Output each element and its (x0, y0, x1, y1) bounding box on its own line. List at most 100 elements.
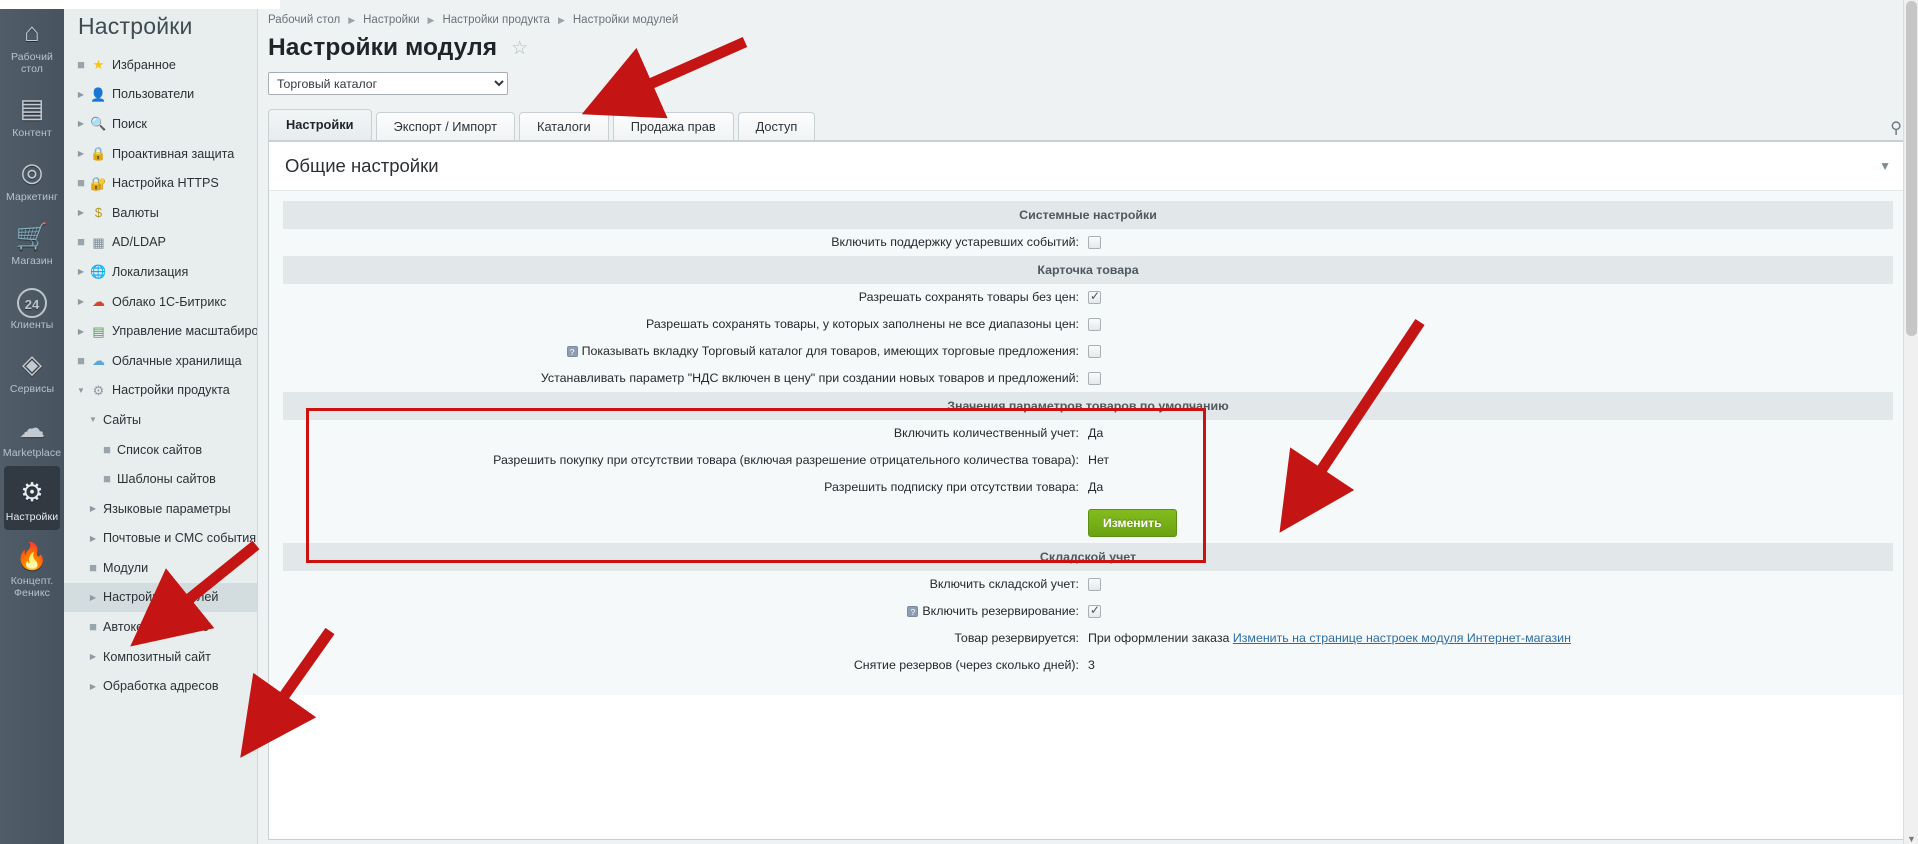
tab-4[interactable]: Доступ (737, 112, 816, 140)
setting-checkbox[interactable] (1088, 345, 1101, 359)
sidebar-item-7[interactable]: ▶ 🌐 Локализация (64, 257, 257, 287)
rail-item-settings[interactable]: ⚙ Настройки (4, 466, 60, 530)
setting-checkbox[interactable] (1088, 372, 1101, 386)
chevron-right-icon[interactable]: ▶ (86, 652, 100, 661)
breadcrumb-separator-icon: ▶ (348, 15, 356, 25)
sidebar-item-2[interactable]: ▶ 🔍 Поиск (64, 109, 257, 139)
rail-item-desktop[interactable]: ⌂ Рабочий стол (0, 6, 64, 82)
setting-label-text: Включить количественный учет: (893, 426, 1079, 440)
setting-value: Да (1088, 426, 1893, 441)
sidebar-item-13[interactable]: ■ Список сайтов (64, 435, 257, 465)
breadcrumb-item-3[interactable]: Настройки модулей (573, 14, 678, 26)
tab-1[interactable]: Экспорт / Импорт (375, 112, 516, 140)
rail-item-phoenix[interactable]: 🔥 Концепт. Феникс (0, 530, 64, 606)
tab-0[interactable]: Настройки (268, 109, 372, 140)
sidebar-item-9[interactable]: ▶ ▤ Управление масштабирова (64, 316, 257, 346)
setting-value: 3 (1088, 658, 1893, 673)
breadcrumb: Рабочий стол ▶ Настройки ▶ Настройки продукт… (258, 0, 1918, 26)
sidebar-item-10[interactable]: ■ ☁ Облачные хранилища (64, 346, 257, 376)
chevron-right-icon[interactable]: ▶ (74, 149, 88, 158)
sidebar-item-20[interactable]: ▶ Композитный сайт (64, 642, 257, 672)
sidebar-item-6[interactable]: ■ ▦ AD/LDAP (64, 228, 257, 258)
chevron-down-icon[interactable]: ▼ (1879, 159, 1891, 173)
setting-checkbox[interactable] (1088, 318, 1101, 332)
help-icon[interactable]: ? (566, 346, 578, 358)
chevron-right-icon[interactable]: ▶ (74, 327, 88, 336)
rail-item-content[interactable]: ▤ Контент (0, 82, 64, 146)
sidebar-item-label: Валюты (112, 205, 159, 220)
setting-row: Товар резервируется: При оформлении заказ… (283, 625, 1893, 652)
bullet-icon: ■ (77, 352, 85, 368)
rail-item-services[interactable]: ◈ Сервисы (0, 338, 64, 402)
setting-checkbox[interactable] (1088, 289, 1101, 305)
rail-item-clients[interactable]: 24 Клиенты (0, 274, 64, 338)
chevron-down-icon[interactable]: ▼ (74, 386, 88, 395)
sidebar-item-18[interactable]: ▶ Настройки модулей (64, 582, 257, 613)
scroll-down-arrow[interactable]: ▼ (1907, 834, 1916, 844)
setting-link[interactable]: Изменить на странице настроек модуля Инт… (1233, 631, 1571, 645)
sidebar-item-5[interactable]: ▶ $ Валюты (64, 198, 257, 228)
setting-checkbox[interactable] (1088, 603, 1101, 619)
chevron-right-icon[interactable]: ▶ (74, 208, 88, 217)
rail-item-marketing[interactable]: ◎ Маркетинг (0, 146, 64, 210)
sidebar-item-label: Локализация (112, 264, 189, 279)
module-select[interactable]: Торговый каталог (268, 72, 508, 95)
chevron-right-icon[interactable]: ▶ (74, 297, 88, 306)
sidebar-item-label: Сайты (103, 412, 142, 427)
chevron-right-icon[interactable]: ▶ (74, 119, 88, 128)
chevron-right-icon[interactable]: ▶ (86, 534, 100, 543)
module-select-wrap: Торговый каталог (258, 62, 1918, 95)
breadcrumb-item-2[interactable]: Настройки продукта (442, 14, 550, 26)
pin-icon[interactable]: ⚲ (1890, 118, 1902, 138)
sidebar-item-label: Управление масштабирова (112, 324, 258, 339)
menu-item-icon: 🔐 (90, 175, 107, 191)
sidebar-item-0[interactable]: ■ ★ Избранное (64, 50, 257, 80)
page-scrollbar[interactable]: ▲ ▼ (1903, 0, 1918, 844)
sidebar-item-11[interactable]: ▼ ⚙ Настройки продукта (64, 376, 257, 406)
rail-item-marketplace[interactable]: ☁ Marketplace (0, 402, 64, 466)
breadcrumb-item-0[interactable]: Рабочий стол (268, 14, 340, 26)
sidebar-item-label: Настройки модулей (103, 590, 219, 605)
setting-value: Да (1088, 480, 1893, 495)
settings-panel: Общие настройки ▼ Системные настройки Вкл… (268, 140, 1908, 840)
setting-checkbox[interactable] (1088, 578, 1101, 592)
chevron-right-icon[interactable]: ▶ (74, 267, 88, 276)
sidebar-item-15[interactable]: ▶ Языковые параметры (64, 494, 257, 524)
chevron-down-icon[interactable]: ▼ (86, 415, 100, 424)
setting-value (1088, 317, 1893, 332)
chevron-right-icon[interactable]: ▶ (74, 90, 88, 99)
setting-value (1088, 371, 1893, 386)
setting-label-text: Включить складской учет: (929, 577, 1079, 591)
breadcrumb-item-1[interactable]: Настройки (363, 14, 419, 26)
content-icon: ▤ (19, 93, 45, 123)
setting-checkbox[interactable] (1088, 236, 1101, 250)
setting-value: При оформлении заказа Изменить на страни… (1088, 631, 1893, 646)
sidebar-item-1[interactable]: ▶ 👤 Пользователи (64, 80, 257, 110)
rail-item-label: Marketplace (2, 447, 62, 459)
sidebar-item-17[interactable]: ■ Модули (64, 553, 257, 583)
help-icon[interactable]: ? (907, 606, 919, 618)
setting-value (1088, 289, 1893, 305)
setting-row: Разрешить подписку при отсутствии товара… (283, 474, 1893, 501)
setting-row: Снятие резервов (через сколько дней): 3 (283, 652, 1893, 679)
sidebar-item-21[interactable]: ▶ Обработка адресов (64, 671, 257, 701)
scrollbar-thumb[interactable] (1906, 1, 1917, 336)
tab-3[interactable]: Продажа прав (612, 112, 734, 140)
tab-2[interactable]: Каталоги (519, 112, 609, 140)
sidebar-item-label: Модули (103, 560, 149, 575)
sidebar-item-16[interactable]: ▶ Почтовые и СМС события (64, 524, 257, 554)
favorite-star-icon[interactable]: ☆ (511, 39, 528, 58)
sidebar-item-12[interactable]: ▼ Сайты (64, 405, 257, 435)
menu-item-icon: ☁ (92, 353, 105, 369)
chevron-right-icon[interactable]: ▶ (86, 504, 100, 513)
sidebar-item-8[interactable]: ▶ ☁ Облако 1С-Битрикс (64, 287, 257, 317)
chevron-right-icon[interactable]: ▶ (86, 682, 100, 691)
chevron-right-icon[interactable]: ▶ (86, 593, 100, 602)
edit-defaults-button[interactable]: Изменить (1088, 509, 1177, 537)
sidebar-item-4[interactable]: ■ 🔐 Настройка HTTPS (64, 168, 257, 198)
sidebar-item-3[interactable]: ▶ 🔒 Проактивная защита (64, 139, 257, 169)
rail-item-shop[interactable]: 🛒 Магазин (0, 210, 64, 274)
sidebar-item-14[interactable]: ■ Шаблоны сайтов (64, 464, 257, 494)
sidebar-item-19[interactable]: ■ Автокеширование (64, 612, 257, 642)
